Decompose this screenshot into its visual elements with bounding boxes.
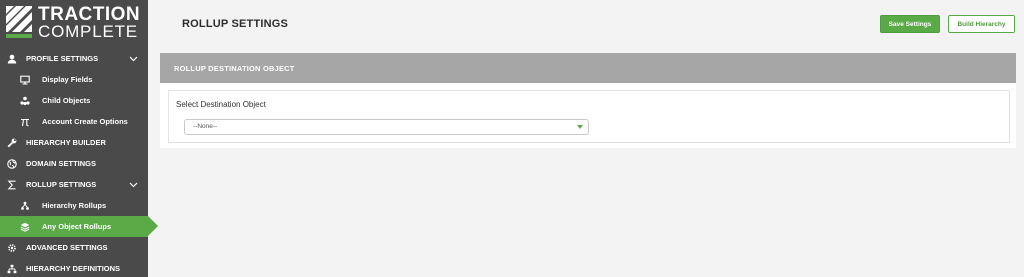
layers-icon <box>20 222 30 232</box>
user-icon <box>7 54 17 64</box>
sitemap-icon <box>20 96 30 106</box>
caret-down-icon <box>577 125 583 129</box>
tree-icon <box>20 201 30 211</box>
sidebar-item-label: ROLLUP SETTINGS <box>26 180 97 189</box>
sidebar-nav: PROFILE SETTINGS Display Fields Child Ob… <box>0 48 158 277</box>
sidebar-item-domain-settings[interactable]: DOMAIN SETTINGS <box>0 153 148 174</box>
select-value: --None-- <box>193 123 218 130</box>
wrench-icon <box>7 138 17 148</box>
sidebar-item-advanced-settings[interactable]: ADVANCED SETTINGS <box>0 237 148 258</box>
gears-icon <box>7 243 17 253</box>
sidebar-item-label: HIERARCHY DEFINITIONS <box>26 264 121 273</box>
sidebar-item-label: Display Fields <box>42 75 93 84</box>
sidebar-item-label: Any Object Rollups <box>42 222 112 231</box>
sidebar-item-label: Child Objects <box>42 96 91 105</box>
save-settings-button[interactable]: Save Settings <box>880 15 940 33</box>
sigma-icon <box>7 180 17 190</box>
sidebar-item-child-objects[interactable]: Child Objects <box>0 90 148 111</box>
logo-mark-icon <box>4 4 34 40</box>
sidebar-item-label: HIERARCHY BUILDER <box>26 138 106 147</box>
panel-title: ROLLUP DESTINATION OBJECT <box>174 64 295 73</box>
sidebar-item-label: Hierarchy Rollups <box>42 201 107 210</box>
sidebar-item-profile-settings[interactable]: PROFILE SETTINGS <box>0 48 148 69</box>
sidebar-item-account-create-options[interactable]: Account Create Options <box>0 111 148 132</box>
org-chart-icon <box>7 264 17 274</box>
monitor-icon <box>20 75 30 85</box>
sidebar-item-label: PROFILE SETTINGS <box>26 54 99 63</box>
page-title: ROLLUP SETTINGS <box>182 18 289 30</box>
panel-header: ROLLUP DESTINATION OBJECT <box>160 53 1016 83</box>
sidebar-item-rollup-settings[interactable]: ROLLUP SETTINGS <box>0 174 148 195</box>
destination-object-label: Select Destination Object <box>176 100 266 109</box>
traction-complete-logo[interactable]: TRACTION COMPLETE <box>4 4 144 42</box>
globe-icon <box>7 158 17 169</box>
panel-body: Select Destination Object --None-- <box>160 83 1016 148</box>
chevron-down-icon[interactable] <box>129 180 138 189</box>
sidebar-item-display-fields[interactable]: Display Fields <box>0 69 148 90</box>
sidebar-item-label: ADVANCED SETTINGS <box>26 243 108 252</box>
sidebar: TRACTION COMPLETE PROFILE SETTINGS Displ… <box>0 0 158 277</box>
build-hierarchy-button[interactable]: Build Hierarchy <box>948 15 1015 33</box>
sidebar-item-hierarchy-definitions[interactable]: HIERARCHY DEFINITIONS <box>0 258 148 277</box>
sidebar-item-hierarchy-rollups[interactable]: Hierarchy Rollups <box>0 195 148 216</box>
chevron-down-icon[interactable] <box>129 54 138 63</box>
sidebar-item-label: Account Create Options <box>42 117 128 126</box>
pi-icon <box>20 117 30 127</box>
sidebar-item-hierarchy-builder[interactable]: HIERARCHY BUILDER <box>0 132 148 153</box>
sidebar-item-label: DOMAIN SETTINGS <box>26 159 97 168</box>
destination-object-select[interactable]: --None-- <box>184 119 589 135</box>
destination-object-section: Select Destination Object --None-- <box>168 90 1010 143</box>
sidebar-item-any-object-rollups[interactable]: Any Object Rollups <box>0 216 158 237</box>
logo-text-line2: COMPLETE <box>38 22 138 41</box>
